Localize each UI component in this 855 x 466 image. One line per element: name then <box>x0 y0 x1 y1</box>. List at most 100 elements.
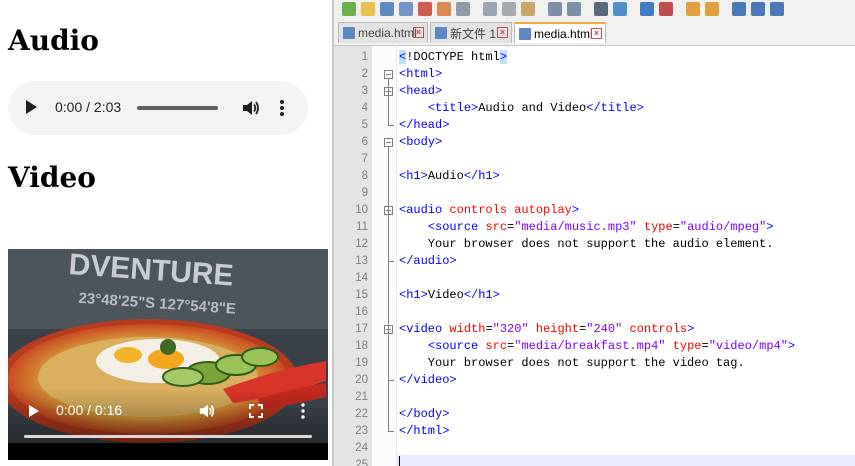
video-play-icon[interactable] <box>29 405 39 417</box>
line-number: 8 <box>361 170 368 182</box>
undo-icon[interactable] <box>548 2 562 16</box>
audio-progress-bar[interactable] <box>137 106 218 110</box>
code-text: <source src="media/music.mp3" type="audi… <box>427 220 774 234</box>
save-icon[interactable] <box>380 2 394 16</box>
line-number: 14 <box>355 272 368 284</box>
code-line[interactable]: 8 <h1>Audio</h1> <box>362 168 855 185</box>
line-number: 20 <box>355 374 368 386</box>
tab-label: media.html <box>358 26 417 40</box>
save-all-icon[interactable] <box>399 2 413 16</box>
audio-play-icon[interactable] <box>26 100 37 114</box>
video-time: 0:00 / 0:16 <box>56 402 123 418</box>
line-number: 18 <box>355 340 368 352</box>
indent-guide-icon[interactable] <box>770 2 784 16</box>
fold-toggle-icon[interactable] <box>384 70 393 79</box>
line-number: 10 <box>355 204 368 216</box>
tab-media-html-1[interactable]: media.html × <box>338 22 428 43</box>
close-all-icon[interactable] <box>437 2 451 16</box>
code-line[interactable]: 19 Your browser does not support the vid… <box>355 355 855 372</box>
code-editor-window: media.html × 新文件 1 × media.html × 1 <!DOC… <box>332 0 855 466</box>
line-number: 12 <box>355 238 368 250</box>
paste-icon[interactable] <box>521 2 535 16</box>
code-line[interactable]: 17 <video width="320" height="240" contro… <box>355 321 855 338</box>
line-number: 4 <box>361 102 368 114</box>
code-text: <title>Audio and Video</title> <box>427 101 644 115</box>
code-text: </head> <box>399 118 450 132</box>
video-fullscreen-icon[interactable] <box>249 404 263 418</box>
open-file-icon[interactable] <box>361 2 375 16</box>
code-line[interactable]: 21 <box>355 389 855 406</box>
code-line[interactable]: 1 <!DOCTYPE html> <box>362 49 855 66</box>
zoom-out-icon[interactable] <box>659 2 673 16</box>
cut-icon[interactable] <box>483 2 497 16</box>
close-tab-icon[interactable]: × <box>591 28 602 39</box>
code-line[interactable]: 20 </video> <box>355 372 855 389</box>
fold-guide-line <box>388 147 389 431</box>
code-line[interactable]: 24 <box>355 440 855 457</box>
code-line[interactable]: 23 </html> <box>355 423 855 440</box>
editor-toolbar <box>334 0 855 20</box>
line-number: 16 <box>355 306 368 318</box>
replace-icon[interactable] <box>613 2 627 16</box>
video-heading: Video <box>8 161 96 194</box>
line-number: 3 <box>361 85 368 97</box>
close-icon[interactable] <box>418 2 432 16</box>
code-line[interactable]: 18 <source src="media/breakfast.mp4" typ… <box>355 338 855 355</box>
sync-vertical-icon[interactable] <box>686 2 700 16</box>
code-line[interactable]: 22 </body> <box>355 406 855 423</box>
code-line[interactable]: 9 <box>362 185 855 202</box>
code-line[interactable]: 13 </audio> <box>355 253 855 270</box>
sync-horizontal-icon[interactable] <box>705 2 719 16</box>
line-number: 17 <box>355 323 368 335</box>
code-line[interactable]: 4 <title>Audio and Video</title> <box>362 100 855 117</box>
audio-volume-icon[interactable] <box>241 98 261 118</box>
word-wrap-icon[interactable] <box>732 2 746 16</box>
file-saved-icon <box>435 27 447 39</box>
zoom-in-icon[interactable] <box>640 2 654 16</box>
video-progress-bar[interactable] <box>24 435 312 438</box>
close-tab-icon[interactable]: × <box>497 27 508 38</box>
find-icon[interactable] <box>594 2 608 16</box>
tab-media-html-active[interactable]: media.html × <box>514 22 606 43</box>
audio-heading: Audio <box>8 24 99 57</box>
code-text: </body> <box>399 407 450 421</box>
code-line[interactable]: 14 <box>355 270 855 287</box>
code-text: <video width="320" height="240" controls… <box>399 322 695 336</box>
code-text-area[interactable]: 1 <!DOCTYPE html> 2 <html> 3 <head> 4 <title>A… <box>355 46 855 466</box>
fold-margin <box>372 46 397 466</box>
code-line[interactable]: 6 <body> <box>362 134 855 151</box>
close-tab-icon[interactable]: × <box>413 27 424 38</box>
code-line[interactable]: 12 Your browser does not support the aud… <box>355 236 855 253</box>
video-more-options-icon[interactable] <box>300 403 306 419</box>
code-text: Your browser does not support the video … <box>399 356 745 370</box>
line-number: 11 <box>356 221 368 233</box>
video-volume-icon[interactable] <box>198 402 216 420</box>
video-player[interactable]: DVENTURE 23°48'25"S 127°54'8"E 0:00 / 0:… <box>8 249 328 460</box>
editor-tab-bar: media.html × 新文件 1 × media.html × <box>334 19 855 46</box>
code-line[interactable]: 11 <source src="media/music.mp3" type="a… <box>356 219 855 236</box>
code-line[interactable]: 10 <audio controls autoplay> <box>355 202 855 219</box>
code-line[interactable]: 5 </head> <box>362 117 855 134</box>
copy-icon[interactable] <box>502 2 516 16</box>
fold-end-marker <box>388 125 394 126</box>
audio-player[interactable]: 0:00 / 2:03 <box>8 81 308 135</box>
code-line[interactable]: 7 <box>362 151 855 168</box>
code-text: <h1>Video</h1> <box>399 288 500 302</box>
code-line[interactable]: 15 <h1>Video</h1> <box>355 287 855 304</box>
print-icon[interactable] <box>456 2 470 16</box>
tab-new-file-1[interactable]: 新文件 1 × <box>430 22 512 43</box>
code-line[interactable]: 16 <box>355 304 855 321</box>
fold-toggle-icon[interactable] <box>384 138 393 147</box>
code-line[interactable]: 25 <box>355 457 855 466</box>
new-file-icon[interactable] <box>342 2 356 16</box>
video-letterbox <box>8 443 328 460</box>
code-line[interactable]: 3 <head> <box>362 83 855 100</box>
show-all-chars-icon[interactable] <box>751 2 765 16</box>
audio-more-options-icon[interactable] <box>278 98 286 118</box>
file-saved-icon <box>343 27 355 39</box>
redo-icon[interactable] <box>567 2 581 16</box>
code-text: </audio> <box>399 254 457 268</box>
code-line[interactable]: 2 <html> <box>362 66 855 83</box>
tab-label: 新文件 1 <box>450 26 497 41</box>
line-number: 9 <box>361 187 368 199</box>
